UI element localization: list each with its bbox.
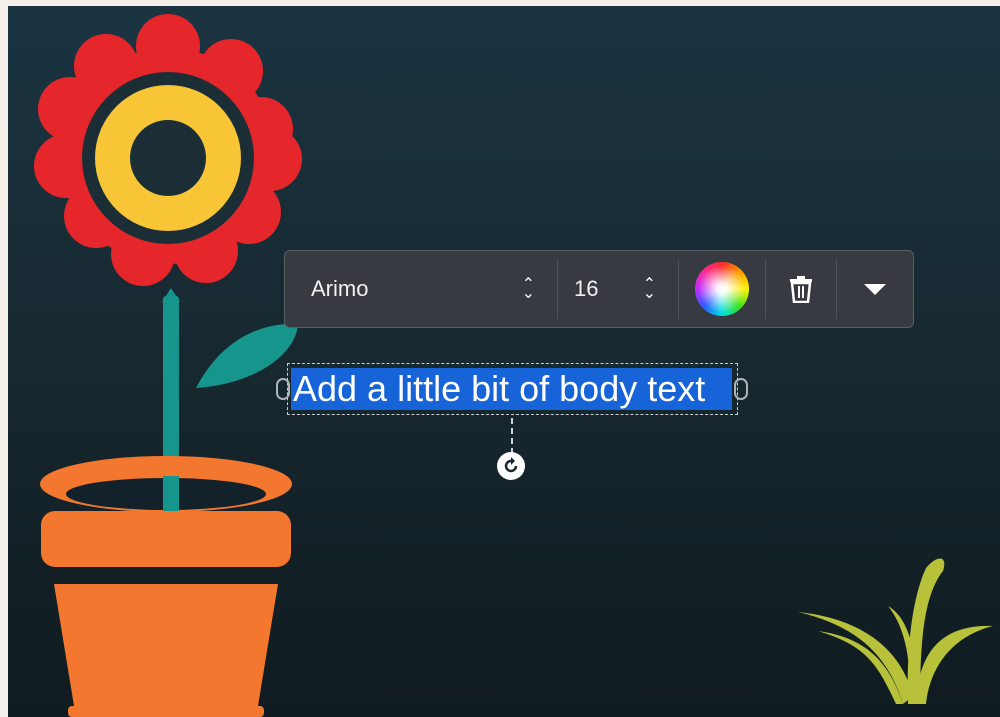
delete-button[interactable] — [766, 251, 836, 327]
caret-down-icon — [864, 283, 886, 295]
selected-text-box[interactable]: Add a little bit of body text — [287, 363, 738, 415]
resize-handle-right[interactable] — [734, 378, 748, 400]
more-options-button[interactable] — [837, 251, 913, 327]
rotate-icon — [504, 457, 518, 473]
rotate-connector — [511, 418, 513, 454]
flower-graphic[interactable] — [34, 14, 302, 518]
font-size-select[interactable]: 16 ⌃ ⌄ — [558, 251, 678, 327]
flower-center — [130, 120, 206, 196]
font-family-value: Arimo — [311, 276, 369, 301]
resize-handle-left[interactable] — [276, 378, 290, 400]
body-text[interactable]: Add a little bit of body text — [293, 369, 705, 409]
text-color-button[interactable] — [679, 251, 765, 327]
pot-graphic[interactable] — [40, 456, 292, 717]
updown-chevrons-icon[interactable]: ⌃ ⌄ — [643, 277, 656, 302]
rotate-handle[interactable] — [497, 452, 525, 480]
design-canvas[interactable] — [8, 6, 1000, 717]
updown-chevrons-icon[interactable]: ⌃ ⌄ — [522, 277, 535, 302]
grass-graphic[interactable] — [798, 558, 993, 704]
font-family-select[interactable]: Arimo ⌃ ⌄ — [285, 251, 557, 327]
canvas-artwork — [34, 14, 993, 717]
text-format-toolbar: Arimo ⌃ ⌄ 16 ⌃ ⌄ — [284, 250, 914, 328]
font-size-value: 16 — [574, 276, 599, 301]
stem-tip — [162, 288, 180, 302]
trash-icon — [790, 276, 812, 303]
color-wheel-icon — [695, 262, 749, 316]
